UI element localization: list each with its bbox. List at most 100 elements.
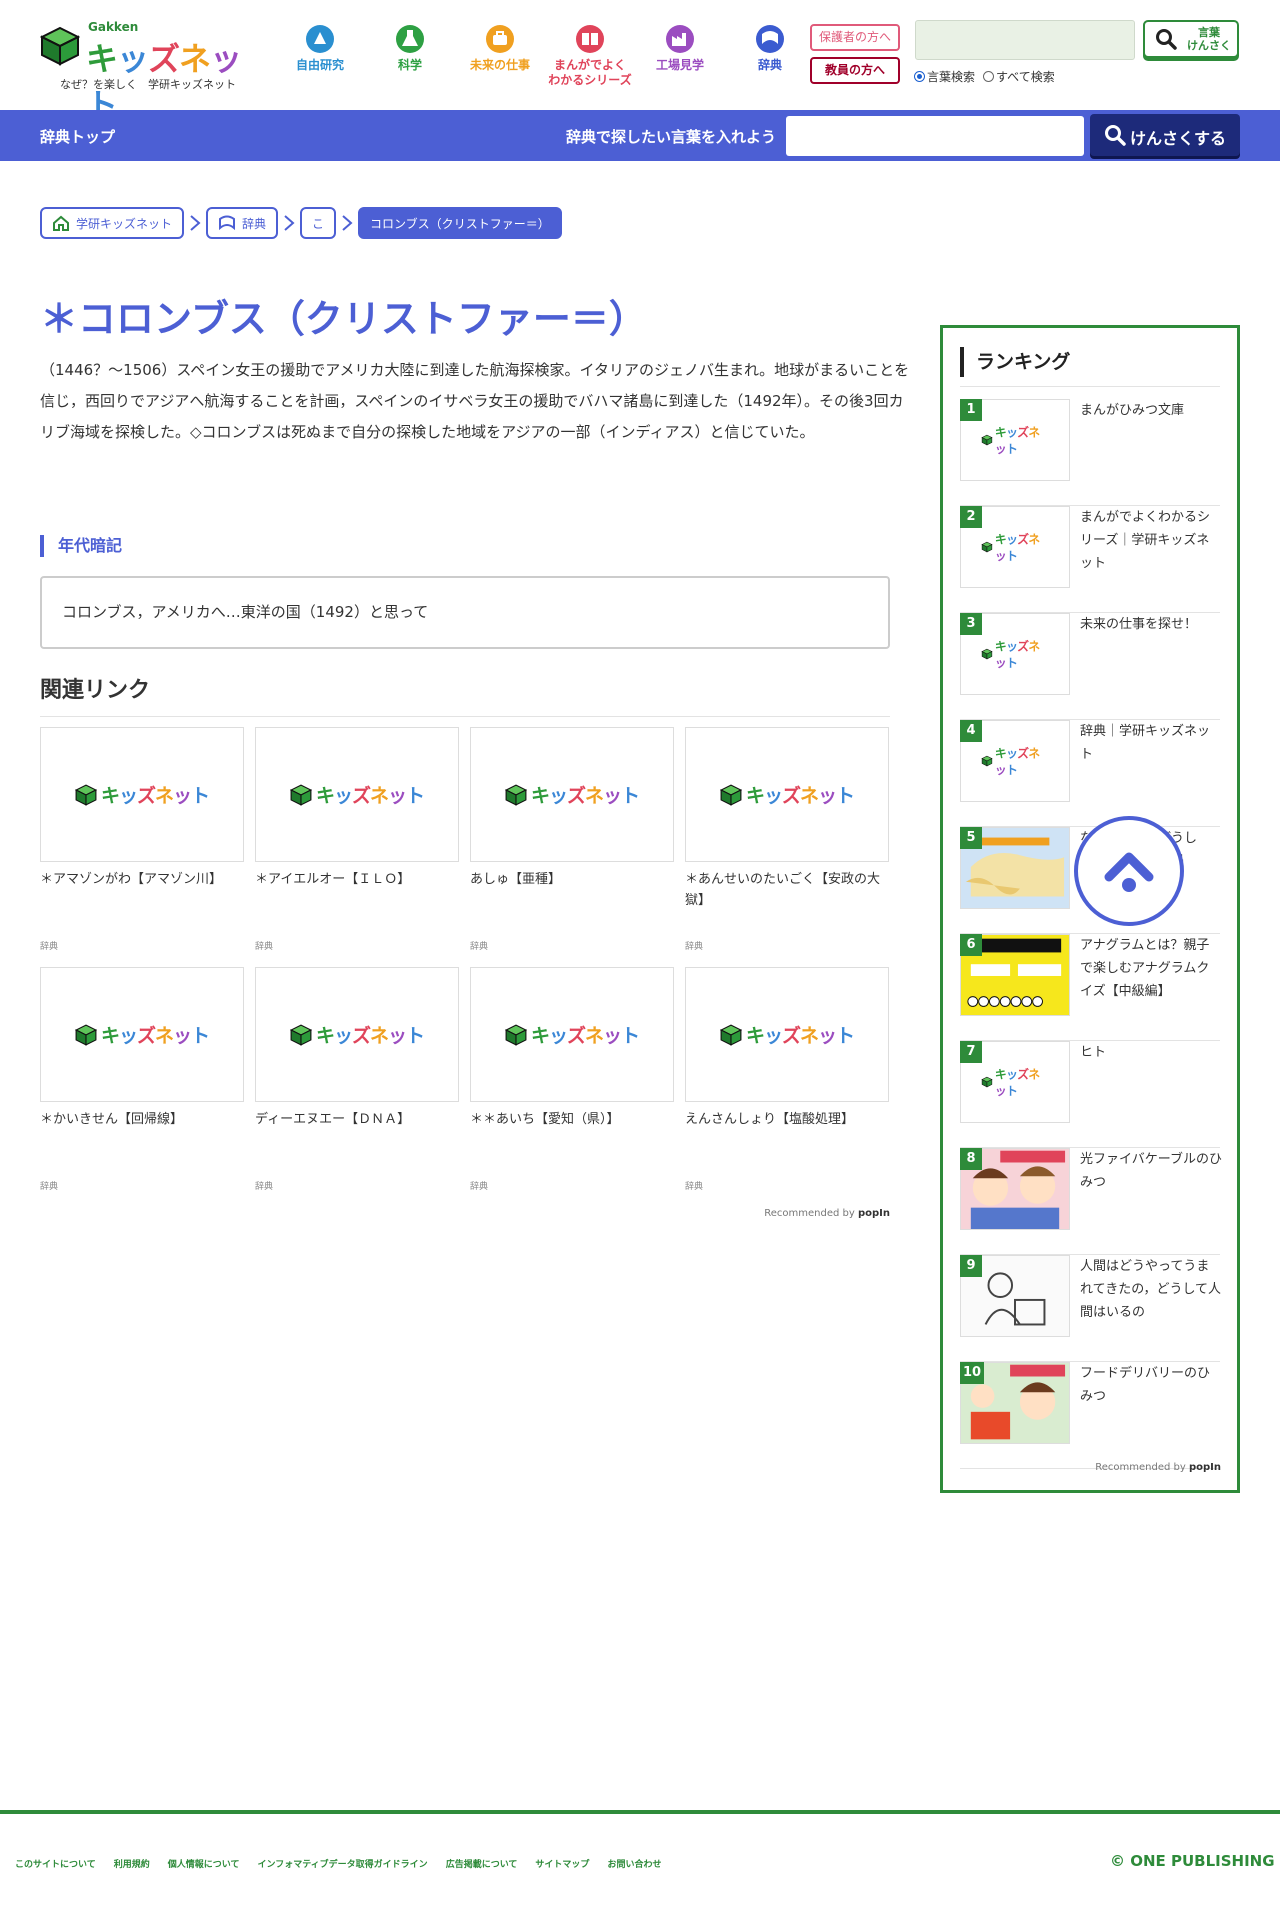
- ranking-item[interactable]: 10 フードデリバリーのひみつ: [960, 1362, 1220, 1469]
- radio-dot: [983, 71, 995, 82]
- breadcrumb-dictionary[interactable]: 辞典: [206, 207, 279, 239]
- ranking-title: ヒト: [1080, 1045, 1107, 1060]
- ranking-title: 光ファイバケーブルのひみつ: [1080, 1152, 1222, 1190]
- radio-dot: [914, 71, 925, 82]
- ranking-number: 6: [960, 934, 982, 956]
- nav-label: 未来の仕事: [469, 58, 530, 72]
- related-card[interactable]: キッズネットえんさんしょり【塩酸処理】辞典: [685, 967, 889, 1207]
- footer-link[interactable]: 個人情報について: [168, 1857, 240, 1870]
- ranking-item[interactable]: 6 アナグラムとは？親子で楽しむアナグラムクイズ【中級編】: [960, 934, 1220, 1041]
- breadcrumb-home[interactable]: 学研キッズネット: [40, 207, 185, 239]
- manga-book-icon: [576, 25, 604, 53]
- dictionary-top-link[interactable]: 辞典トップ: [40, 126, 115, 147]
- memo-box: コロンブス，アメリカへ…東洋の国（1492）と思って: [40, 576, 890, 649]
- related-card[interactable]: キッズネット ＊アマゾンがわ【アマゾン川】 辞典: [40, 727, 244, 967]
- related-card-category: 辞典: [40, 942, 59, 952]
- nav-item-future-jobs[interactable]: 未来の仕事: [455, 24, 545, 90]
- nav-item-manga-series[interactable]: まんがでよく わかるシリーズ: [545, 24, 635, 90]
- header-search-button[interactable]: 言葉 けんさく: [1143, 20, 1239, 58]
- ranking-title: 辞典｜学研キッズネット: [1080, 724, 1211, 762]
- factory-icon: [666, 25, 694, 53]
- related-card-title: ＊＊あいち【愛知（県）】: [470, 1112, 620, 1127]
- nav-item-dictionary[interactable]: 辞典: [725, 24, 815, 90]
- flask-icon: [396, 25, 424, 53]
- related-card[interactable]: キッズネット ＊かいきせん【回帰線】 辞典: [40, 967, 244, 1207]
- breadcrumb-current: コロンブス（クリストファー＝）: [358, 207, 562, 239]
- nav-item-science[interactable]: 科学: [365, 24, 455, 90]
- related-card[interactable]: キッズネット ＊＊あいち【愛知（県）】 辞典: [470, 967, 674, 1207]
- scroll-to-top-button[interactable]: [1074, 816, 1184, 926]
- search-icon: [1105, 125, 1126, 146]
- radio-word-search[interactable]: 言葉検索: [914, 68, 975, 85]
- ranking-title: まんがひみつ文庫: [1080, 403, 1185, 418]
- nav-item-free-research[interactable]: 自由研究: [275, 24, 365, 90]
- ranking-item[interactable]: 8 光ファイバケーブルのひみつ: [960, 1148, 1222, 1255]
- ranking-item[interactable]: キッズネット 1 まんがひみつ文庫: [960, 399, 1220, 506]
- teacher-button[interactable]: 教員の方へ: [810, 57, 900, 84]
- ranking-number: 4: [960, 720, 982, 742]
- ranking-item[interactable]: 9 人間はどうやってうまれてきたの，どうして人間はいるの: [960, 1255, 1222, 1362]
- nav-label: まんがでよく わかるシリーズ: [548, 58, 632, 87]
- nav-label: 科学: [397, 58, 422, 72]
- footer-link[interactable]: サイトマップ: [535, 1857, 589, 1870]
- ranking-number: 9: [960, 1255, 982, 1277]
- briefcase-icon: [486, 25, 514, 53]
- related-card-category: 辞典: [255, 942, 274, 952]
- dictionary-search-input[interactable]: [786, 116, 1084, 156]
- related-card[interactable]: キッズネット あしゅ【亜種】 辞典: [470, 727, 674, 967]
- ranking-number: 1: [960, 399, 982, 421]
- ranking-item[interactable]: キッズネット 4 辞典｜学研キッズネット: [960, 720, 1220, 827]
- kidsnet-logo-icon: キッズネット: [981, 637, 1049, 670]
- article-body-line: 信じ，西回りでアジアへ航海することを計画，スペインのイサベラ女王の援助でバハマ諸…: [40, 392, 904, 410]
- cube-logo-icon: [40, 26, 80, 66]
- ranking-item[interactable]: キッズネット 2 まんがでよくわかるシリーズ｜学研キッズネット: [960, 506, 1220, 613]
- nav-item-factory-tour[interactable]: 工場見学: [635, 24, 725, 90]
- footer-link[interactable]: このサイトについて: [15, 1857, 96, 1870]
- related-card-title: ＊あんせいのたいごく【安政の大獄】: [685, 872, 881, 908]
- ranking-item[interactable]: キッズネット 7 ヒト: [960, 1041, 1220, 1148]
- related-card-title: あしゅ【亜種】: [470, 872, 562, 887]
- dictionary-search-button[interactable]: けんさくする: [1090, 114, 1240, 156]
- footer-link[interactable]: お問い合わせ: [607, 1857, 661, 1870]
- ranking-item[interactable]: キッズネット 3 未来の仕事を探せ！: [960, 613, 1220, 720]
- ranking-title: まんがでよくわかるシリーズ｜学研キッズネット: [1080, 510, 1211, 571]
- header-search-input[interactable]: [915, 20, 1135, 60]
- ranking-title: フードデリバリーのひみつ: [1080, 1366, 1211, 1404]
- kidsnet-logo-icon: キッズネット: [504, 1021, 640, 1048]
- ranking-title: 未来の仕事を探せ！: [1080, 617, 1198, 632]
- chevron-right-icon: [184, 207, 206, 239]
- footer-links: このサイトについて 利用規約 個人情報について インフォマティブデータ取得ガイドライン…: [15, 1857, 661, 1870]
- site-logo[interactable]: Gakken キッズネット なぜ？を楽しく 学研キッズネット: [40, 20, 250, 124]
- footer-link[interactable]: 利用規約: [114, 1857, 150, 1870]
- ranking-number: 8: [960, 1148, 982, 1170]
- related-card-thumbnail: キッズネット: [255, 727, 459, 862]
- guardian-button[interactable]: 保護者の方へ: [810, 24, 900, 51]
- dictionary-search-button-label: けんさくする: [1130, 129, 1227, 148]
- related-card[interactable]: キッズネット ＊アイエルオー【ＩＬＯ】 辞典: [255, 727, 459, 967]
- ranking-title: 人間はどうやってうまれてきたの，どうして人間はいるの: [1080, 1259, 1222, 1320]
- kidsnet-logo-icon: キッズネット: [719, 781, 855, 808]
- related-card-thumbnail: キッズネット: [685, 967, 889, 1102]
- footer-link[interactable]: 広告掲載について: [446, 1857, 518, 1870]
- related-card[interactable]: キッズネット ディーエヌエー【ＤＮＡ】 辞典: [255, 967, 459, 1207]
- footer-link[interactable]: インフォマティブデータ取得ガイドライン: [257, 1857, 427, 1870]
- related-card-thumbnail: キッズネット: [255, 967, 459, 1102]
- related-card-title: えんさんしょり【塩酸処理】: [685, 1112, 855, 1127]
- related-card-thumbnail: キッズネット: [40, 967, 244, 1102]
- related-card-category: 辞典: [685, 1182, 704, 1192]
- kidsnet-logo-icon: キッズネット: [74, 781, 210, 808]
- radio-all-search[interactable]: すべて検索: [983, 68, 1055, 85]
- search-scope-radios: 言葉検索 すべて検索: [914, 68, 1055, 85]
- related-links-heading: 関連リンク: [40, 672, 890, 717]
- breadcrumb-letter[interactable]: こ: [300, 207, 337, 239]
- copyright: © ONE PUBLISHING: [1110, 1852, 1275, 1870]
- chevron-up-icon: [1104, 852, 1154, 892]
- page-title: ＊コロンブス（クリストファー＝）: [40, 297, 647, 341]
- related-recommended-by[interactable]: Recommended by popIn: [760, 1208, 890, 1219]
- related-links-grid: キッズネット ＊アマゾンがわ【アマゾン川】 辞典 キッズネット ＊アイエルオー【ＩＬＯ】…: [40, 727, 890, 1207]
- main-nav: 自由研究 科学 未来の仕事 まんがでよく わかるシリーズ 工場見学 辞典: [275, 24, 815, 90]
- related-card[interactable]: キッズネット ＊あんせいのたいごく【安政の大獄】 辞典: [685, 727, 889, 967]
- chevron-right-icon: [336, 207, 358, 239]
- ranking-number: 3: [960, 613, 982, 635]
- ranking-recommended-by[interactable]: Recommended by popIn: [1083, 1462, 1221, 1473]
